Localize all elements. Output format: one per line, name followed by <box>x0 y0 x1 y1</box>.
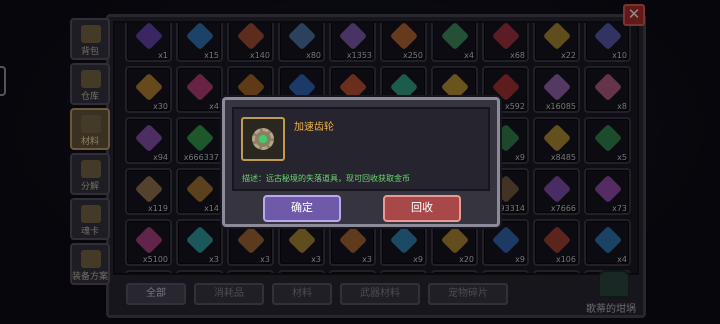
item-name: 加速齿轮 <box>294 122 334 133</box>
dialog-body: 加速齿轮 描述：远古秘境的失落道具，现可回收获取金币 <box>232 107 490 191</box>
item-icon-frame <box>241 117 285 161</box>
recycle-button[interactable]: 回收 <box>383 195 461 222</box>
game-screen: x1x15x140x80x1353x250x4x68x22x10x30x4x36… <box>0 0 720 324</box>
confirm-button[interactable]: 确定 <box>263 195 341 222</box>
item-dialog: 加速齿轮 描述：远古秘境的失落道具，现可回收获取金币 确定 回收 <box>222 97 500 227</box>
gear-icon <box>252 128 274 150</box>
item-description: 描述：远古秘境的失落道具，现可回收获取金币 <box>242 174 410 183</box>
